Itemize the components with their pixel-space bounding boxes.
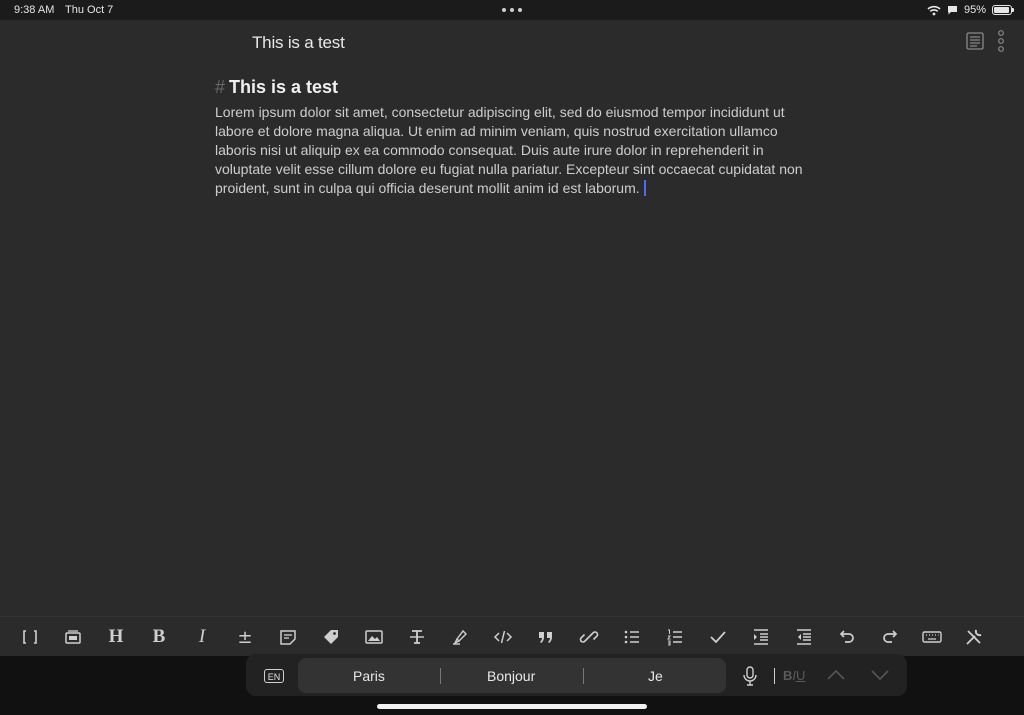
keyboard-divider (774, 668, 775, 684)
heading-marker: # (215, 77, 226, 97)
numbered-list-icon[interactable] (663, 625, 687, 649)
biu-underline-label: U (796, 668, 806, 683)
page-title: This is a test (252, 33, 345, 52)
heading-icon[interactable]: H (104, 625, 128, 649)
link-icon[interactable] (577, 625, 601, 649)
bullet-list-icon[interactable] (620, 625, 644, 649)
suggestion-2[interactable]: Bonjour (487, 668, 535, 684)
outdent-icon[interactable] (792, 625, 816, 649)
battery-icon (992, 5, 1014, 15)
highlight-icon[interactable] (448, 625, 472, 649)
home-indicator[interactable] (377, 704, 647, 709)
editor-area[interactable]: # This is a test Lorem ipsum dolor sit am… (215, 76, 815, 198)
image-icon[interactable] (362, 625, 386, 649)
formatting-toolbar: H B I ± (0, 616, 1024, 657)
suggestion-divider (440, 668, 441, 684)
status-time: 9:38 AM (14, 4, 55, 16)
tag-icon[interactable] (319, 625, 343, 649)
multitasking-dots-icon[interactable] (502, 8, 522, 12)
body-text: Lorem ipsum dolor sit amet, consectetur … (215, 104, 803, 196)
plus-minus-icon[interactable]: ± (233, 625, 257, 649)
plus-minus-label: ± (237, 626, 253, 648)
text-caret (643, 180, 646, 196)
heading-text: This is a test (229, 77, 339, 97)
note-icon[interactable] (276, 625, 300, 649)
bold-icon[interactable]: B (147, 625, 171, 649)
wikilink-icon[interactable] (18, 625, 42, 649)
suggestion-1[interactable]: Paris (353, 668, 385, 684)
more-vertical-icon[interactable] (996, 30, 1006, 52)
strikethrough-icon[interactable] (405, 625, 429, 649)
biu-bold-label: B (783, 668, 793, 683)
suggestion-divider (583, 668, 584, 684)
chevron-down-icon[interactable] (870, 668, 890, 682)
heading-label: H (108, 626, 124, 647)
redo-icon[interactable] (878, 625, 902, 649)
document-heading[interactable]: # This is a test (215, 76, 815, 98)
tools-icon[interactable] (962, 625, 986, 649)
italic-label: I (198, 626, 206, 647)
message-icon (947, 5, 957, 14)
format-biu-button[interactable]: BIU (783, 668, 805, 683)
status-bar: 9:38 AM Thu Oct 7 95% (0, 0, 1024, 20)
indent-icon[interactable] (749, 625, 773, 649)
embed-icon[interactable] (61, 625, 85, 649)
checkbox-icon[interactable] (706, 625, 730, 649)
italic-icon[interactable]: I (190, 625, 214, 649)
code-icon[interactable] (491, 625, 515, 649)
status-date: Thu Oct 7 (65, 4, 114, 16)
microphone-icon[interactable] (742, 666, 758, 686)
quote-icon[interactable] (534, 625, 558, 649)
language-button[interactable]: EN (264, 669, 284, 683)
outline-icon[interactable] (966, 32, 984, 50)
suggestion-3[interactable]: Je (648, 668, 663, 684)
document-body[interactable]: Lorem ipsum dolor sit amet, consectetur … (215, 103, 805, 198)
status-indicators: 95% (927, 3, 1014, 17)
keyboard-icon[interactable] (920, 625, 944, 649)
chevron-up-icon[interactable] (826, 668, 846, 682)
wifi-icon (927, 5, 941, 15)
battery-percent: 95% (963, 4, 986, 16)
bold-label: B (152, 626, 166, 647)
undo-icon[interactable] (835, 625, 859, 649)
